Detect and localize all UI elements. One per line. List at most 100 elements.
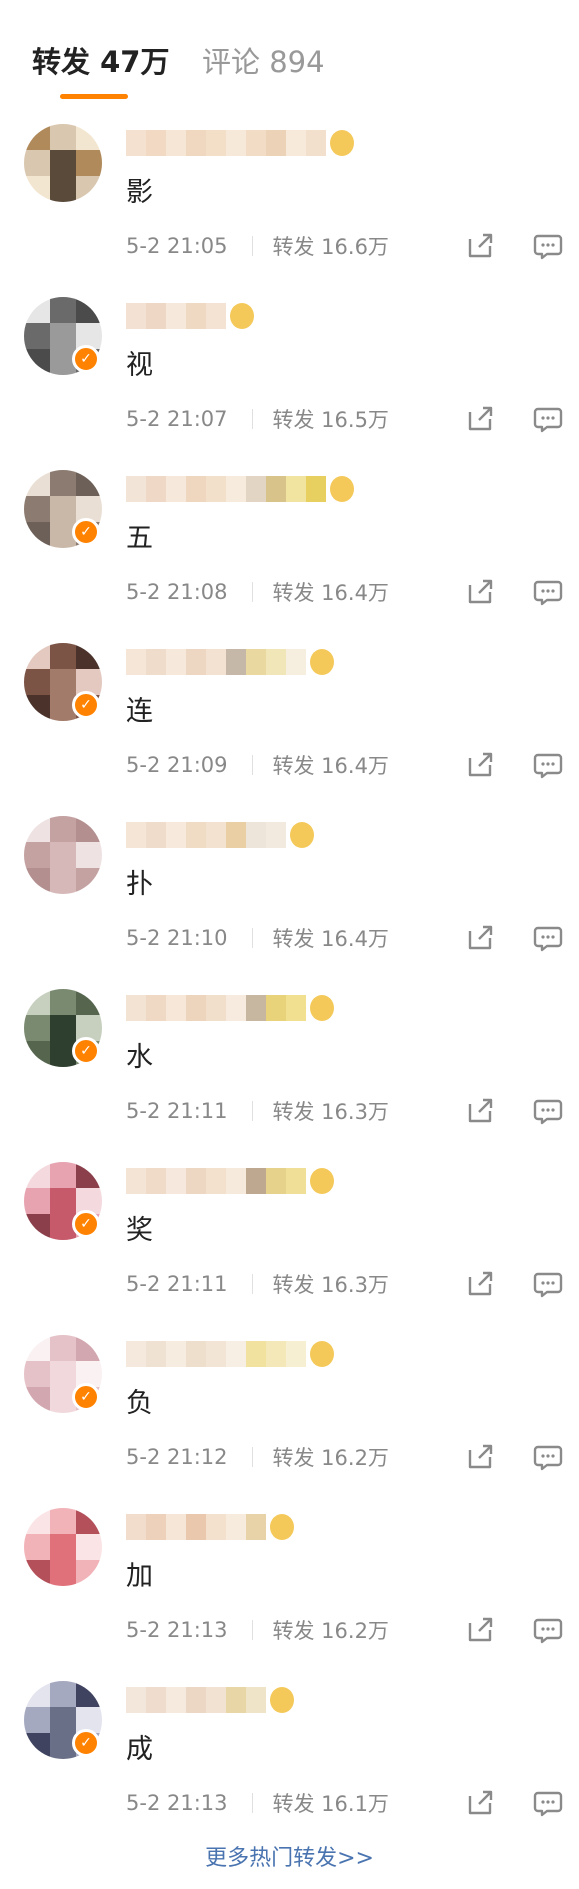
- repost-count: 转发 16.3万: [272, 1100, 389, 1124]
- username-blurred[interactable]: [126, 130, 354, 156]
- repost-count: 转发 16.3万: [272, 1273, 389, 1297]
- repost-meta: 5-2 21:08 转发 16.4万: [126, 576, 389, 608]
- divider: [251, 1620, 253, 1640]
- comment-icon[interactable]: [532, 230, 564, 262]
- repost-meta: 5-2 21:10 转发 16.4万: [126, 922, 389, 954]
- comment-icon[interactable]: [532, 1787, 564, 1819]
- avatar[interactable]: [24, 816, 102, 894]
- repost-count: 转发 16.2万: [272, 1619, 389, 1643]
- avatar[interactable]: [24, 1508, 102, 1586]
- repost-text: 奖: [126, 1215, 153, 1246]
- comment-icon[interactable]: [532, 1095, 564, 1127]
- repost-item[interactable]: ✓ 奖 5-2 21:11 转发 16.3万: [0, 1148, 579, 1321]
- emoji-icon: [310, 649, 334, 675]
- timestamp: 5-2 21:10: [126, 926, 228, 950]
- timestamp: 5-2 21:07: [126, 407, 228, 431]
- repost-item[interactable]: ✓ 成 5-2 21:13 转发 16.1万: [0, 1667, 579, 1840]
- repost-item[interactable]: ✓ 水 5-2 21:11 转发 16.3万: [0, 975, 579, 1148]
- repost-meta: 5-2 21:11 转发 16.3万: [126, 1095, 389, 1127]
- timestamp: 5-2 21:08: [126, 580, 228, 604]
- verified-badge-icon: ✓: [72, 345, 100, 373]
- username-blurred[interactable]: [126, 476, 354, 502]
- emoji-icon: [310, 1168, 334, 1194]
- repost-item[interactable]: ✓ 五 5-2 21:08 转发 16.4万: [0, 456, 579, 629]
- repost-item[interactable]: ✓ 连 5-2 21:09 转发 16.4万: [0, 629, 579, 802]
- repost-item[interactable]: 扑 5-2 21:10 转发 16.4万: [0, 802, 579, 975]
- repost-meta: 5-2 21:13 转发 16.1万: [126, 1787, 389, 1819]
- verified-badge-icon: ✓: [72, 1383, 100, 1411]
- repost-text: 水: [126, 1042, 153, 1073]
- repost-meta: 5-2 21:12 转发 16.2万: [126, 1441, 389, 1473]
- divider: [251, 1101, 253, 1121]
- username-blurred[interactable]: [126, 822, 314, 848]
- username-blurred[interactable]: [126, 1168, 334, 1194]
- divider: [251, 755, 253, 775]
- timestamp: 5-2 21:13: [126, 1618, 228, 1642]
- repost-item[interactable]: 影 5-2 21:05 转发 16.6万: [0, 110, 579, 283]
- divider: [251, 1793, 253, 1813]
- repost-count: 转发 16.6万: [272, 235, 389, 259]
- emoji-icon: [270, 1514, 294, 1540]
- repost-text: 连: [126, 696, 153, 727]
- repost-item[interactable]: 加 5-2 21:13 转发 16.2万: [0, 1494, 579, 1667]
- repost-item[interactable]: ✓ 负 5-2 21:12 转发 16.2万: [0, 1321, 579, 1494]
- share-icon[interactable]: [464, 1095, 496, 1127]
- repost-text: 影: [126, 177, 153, 208]
- divider: [251, 1274, 253, 1294]
- repost-text: 加: [126, 1561, 153, 1592]
- timestamp: 5-2 21:11: [126, 1099, 228, 1123]
- comment-icon[interactable]: [532, 1268, 564, 1300]
- username-blurred[interactable]: [126, 995, 334, 1021]
- repost-count: 转发 16.2万: [272, 1446, 389, 1470]
- avatar[interactable]: [24, 124, 102, 202]
- share-icon[interactable]: [464, 749, 496, 781]
- emoji-icon: [270, 1687, 294, 1713]
- repost-meta: 5-2 21:11 转发 16.3万: [126, 1268, 389, 1300]
- share-icon[interactable]: [464, 1614, 496, 1646]
- repost-text: 负: [126, 1388, 153, 1419]
- more-hot-reposts-link[interactable]: 更多热门转发>>: [0, 1840, 579, 1872]
- comment-icon[interactable]: [532, 749, 564, 781]
- timestamp: 5-2 21:09: [126, 753, 228, 777]
- divider: [251, 928, 253, 948]
- repost-count: 转发 16.1万: [272, 1792, 389, 1816]
- share-icon[interactable]: [464, 1268, 496, 1300]
- comment-icon[interactable]: [532, 576, 564, 608]
- emoji-icon: [310, 995, 334, 1021]
- verified-badge-icon: ✓: [72, 518, 100, 546]
- comment-icon[interactable]: [532, 1441, 564, 1473]
- timestamp: 5-2 21:13: [126, 1791, 228, 1815]
- tab-bar: 转发 47万 评论 894: [0, 0, 579, 110]
- repost-meta: 5-2 21:09 转发 16.4万: [126, 749, 389, 781]
- share-icon[interactable]: [464, 230, 496, 262]
- repost-count: 转发 16.4万: [272, 754, 389, 778]
- emoji-icon: [310, 1341, 334, 1367]
- emoji-icon: [330, 476, 354, 502]
- share-icon[interactable]: [464, 403, 496, 435]
- comment-icon[interactable]: [532, 922, 564, 954]
- username-blurred[interactable]: [126, 1687, 294, 1713]
- comment-icon[interactable]: [532, 403, 564, 435]
- tab-repost[interactable]: 转发 47万: [32, 44, 169, 80]
- username-blurred[interactable]: [126, 649, 334, 675]
- repost-meta: 5-2 21:07 转发 16.5万: [126, 403, 389, 435]
- emoji-icon: [230, 303, 254, 329]
- share-icon[interactable]: [464, 576, 496, 608]
- repost-count: 转发 16.5万: [272, 408, 389, 432]
- tab-active-indicator: [60, 94, 128, 99]
- verified-badge-icon: ✓: [72, 1210, 100, 1238]
- repost-meta: 5-2 21:13 转发 16.2万: [126, 1614, 389, 1646]
- divider: [251, 409, 253, 429]
- share-icon[interactable]: [464, 1787, 496, 1819]
- share-icon[interactable]: [464, 1441, 496, 1473]
- username-blurred[interactable]: [126, 303, 254, 329]
- repost-count: 转发 16.4万: [272, 927, 389, 951]
- username-blurred[interactable]: [126, 1514, 294, 1540]
- divider: [251, 582, 253, 602]
- repost-item[interactable]: ✓ 视 5-2 21:07 转发 16.5万: [0, 283, 579, 456]
- divider: [251, 1447, 253, 1467]
- share-icon[interactable]: [464, 922, 496, 954]
- tab-comment[interactable]: 评论 894: [202, 44, 325, 80]
- comment-icon[interactable]: [532, 1614, 564, 1646]
- username-blurred[interactable]: [126, 1341, 334, 1367]
